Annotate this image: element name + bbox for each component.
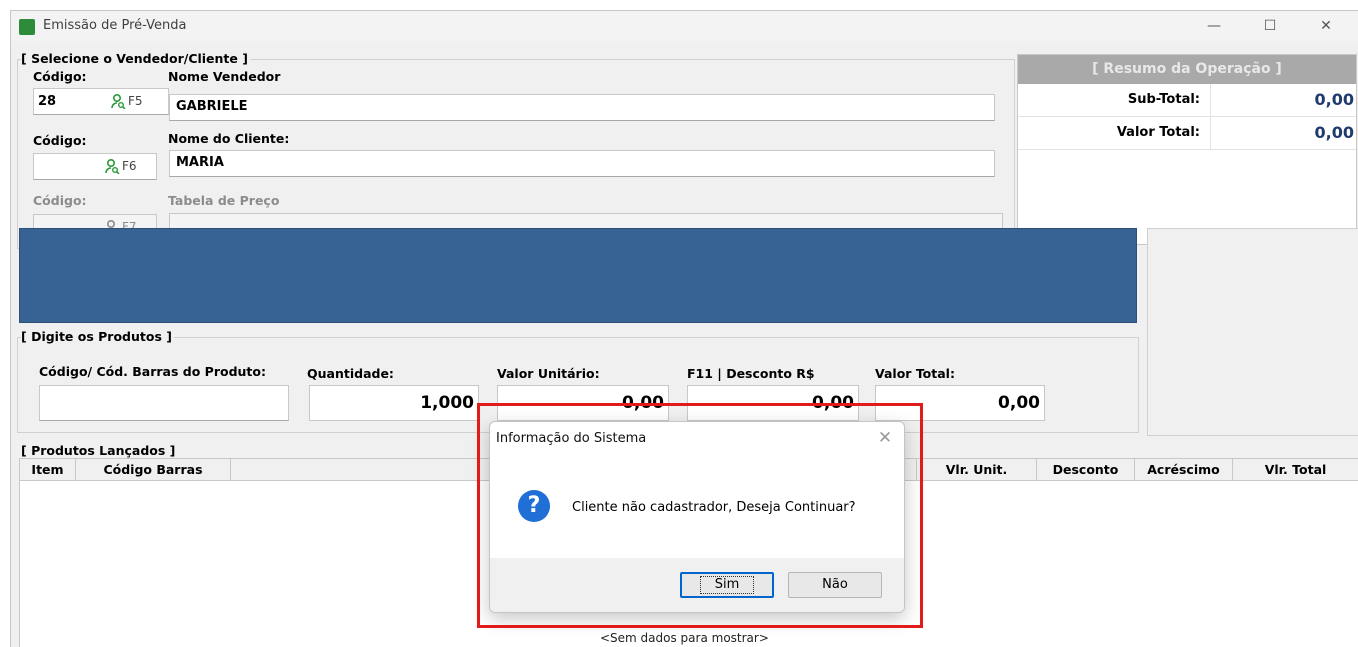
- person-search-icon: [111, 93, 126, 109]
- vendedor-code-input[interactable]: 28 F5: [33, 88, 169, 115]
- col-item[interactable]: Item: [20, 459, 76, 481]
- subtotal-value: 0,00: [1314, 90, 1354, 109]
- summary-panel: [ Resumo da Operação ] Sub-Total: 0,00 V…: [1017, 54, 1357, 245]
- product-code-input[interactable]: [39, 385, 289, 421]
- close-button[interactable]: ✕: [1303, 11, 1349, 41]
- total-row: Valor Total: 0,00: [1018, 117, 1356, 150]
- cliente-name-label: Nome do Cliente:: [168, 131, 290, 146]
- cliente-lookup-button[interactable]: F6: [104, 158, 137, 174]
- total-label: Valor Total:: [1116, 125, 1200, 140]
- unit-price-label: Valor Unitário:: [497, 366, 600, 381]
- quantity-label: Quantidade:: [307, 366, 394, 381]
- vendedor-name-label: Nome Vendedor: [168, 69, 281, 84]
- summary-title: [ Resumo da Operação ]: [1018, 55, 1356, 84]
- col-desconto[interactable]: Desconto: [1037, 459, 1135, 481]
- subtotal-row: Sub-Total: 0,00: [1018, 84, 1356, 117]
- cliente-code-input[interactable]: F6: [33, 153, 157, 180]
- total-value: 0,00: [1314, 123, 1354, 142]
- window-title: Emissão de Pré-Venda: [43, 18, 187, 33]
- subtotal-label: Sub-Total:: [1127, 92, 1200, 107]
- col-acrescimo[interactable]: Acréscimo: [1135, 459, 1233, 481]
- highlight-box: [477, 403, 923, 628]
- product-display-panel: [19, 228, 1137, 323]
- person-search-icon: [105, 158, 120, 174]
- discount-label: F11 | Desconto R$: [687, 366, 815, 381]
- vendedor-code-value: 28: [38, 94, 57, 109]
- col-vlr-total[interactable]: Vlr. Total: [1233, 459, 1358, 481]
- products-grid-label: [ Produtos Lançados ]: [21, 443, 178, 458]
- vendor-client-group-label: [ Selecione o Vendedor/Cliente ]: [21, 51, 250, 66]
- col-codigo-barras[interactable]: Código Barras: [76, 459, 231, 481]
- product-image-panel: [1147, 228, 1358, 436]
- cliente-name-value: MARIA: [176, 155, 224, 170]
- app-icon: [19, 19, 35, 35]
- vendedor-name-value: GABRIELE: [176, 99, 248, 114]
- cliente-name-input[interactable]: MARIA: [169, 150, 995, 177]
- quantity-input[interactable]: 1,000: [309, 385, 479, 421]
- col-vlr-unit[interactable]: Vlr. Unit.: [917, 459, 1037, 481]
- products-input-group-label: [ Digite os Produtos ]: [21, 329, 174, 344]
- vendedor-name-input[interactable]: GABRIELE: [169, 94, 995, 121]
- total-value-label: Valor Total:: [875, 366, 955, 381]
- maximize-button[interactable]: ☐: [1247, 11, 1293, 41]
- cliente-code-label: Código:: [33, 133, 87, 148]
- title-bar: Emissão de Pré-Venda — ☐ ✕: [11, 11, 1358, 41]
- vendedor-code-label: Código:: [33, 69, 87, 84]
- tabela-code-label: Código:: [33, 193, 87, 208]
- vendedor-lookup-button[interactable]: F5: [110, 93, 143, 109]
- product-code-label: Código/ Cód. Barras do Produto:: [39, 364, 266, 379]
- minimize-button[interactable]: —: [1191, 11, 1237, 41]
- grid-empty-text: <Sem dados para mostrar>: [600, 631, 769, 645]
- tabela-preco-label: Tabela de Preço: [168, 193, 280, 208]
